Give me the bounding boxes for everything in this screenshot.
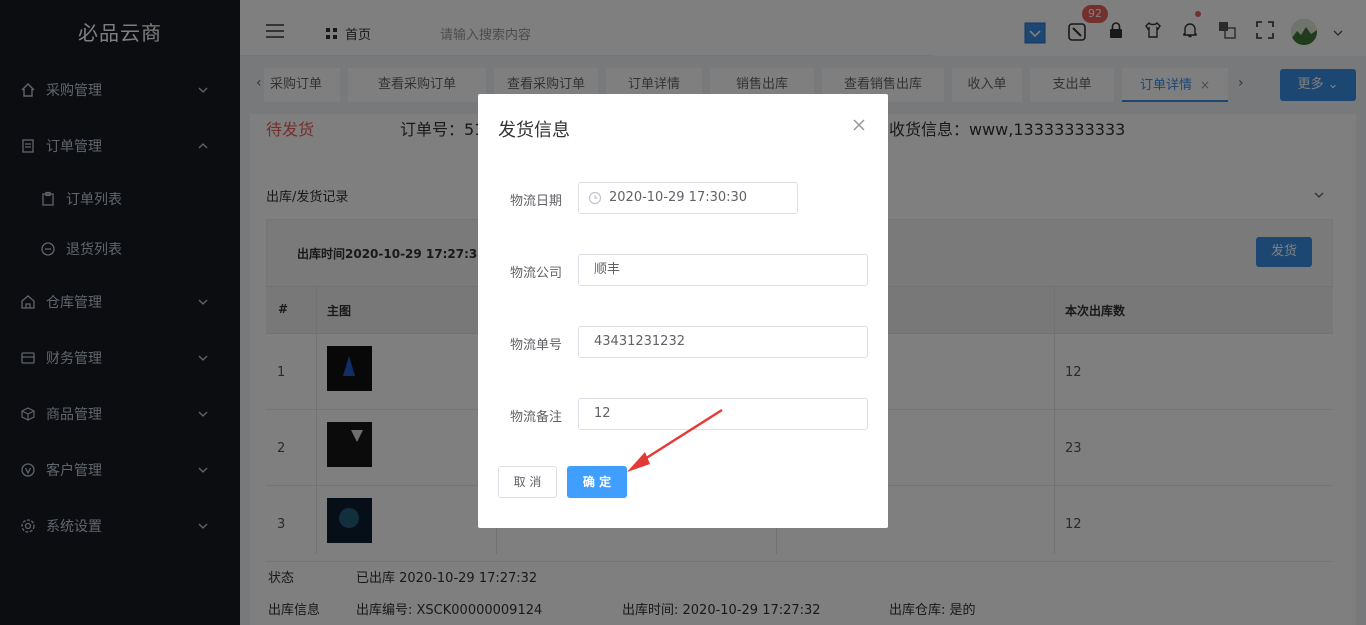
shipping-dialog: 发货信息 物流日期 2020-10-29 17:30:30 物流公司 顺丰 物流… xyxy=(478,94,888,528)
clock-icon xyxy=(588,191,602,205)
cancel-button[interactable]: 取 消 xyxy=(498,466,557,498)
tracking-label: 物流单号 xyxy=(510,338,563,353)
company-label: 物流公司 xyxy=(510,266,563,281)
logistics-company-input[interactable]: 顺丰 xyxy=(578,254,868,286)
date-label: 物流日期 xyxy=(510,194,563,209)
remark-label: 物流备注 xyxy=(510,410,563,425)
tracking-number-input[interactable]: 43431231232 xyxy=(578,326,868,358)
confirm-button[interactable]: 确 定 xyxy=(567,466,627,498)
logistics-date-input[interactable]: 2020-10-29 17:30:30 xyxy=(578,182,798,214)
close-icon[interactable] xyxy=(852,118,866,132)
logistics-remark-input[interactable]: 12 xyxy=(578,398,868,430)
dialog-title: 发货信息 xyxy=(498,120,570,141)
